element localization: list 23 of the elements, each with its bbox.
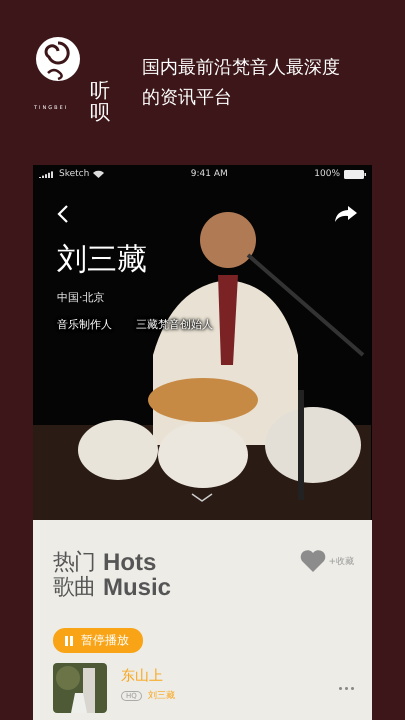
chevron-down-icon[interactable] bbox=[191, 493, 213, 503]
favorite-link[interactable]: +收藏 bbox=[328, 554, 354, 568]
artist-location: 中国·北京 bbox=[57, 290, 106, 305]
song-title[interactable]: 东山上 bbox=[121, 667, 325, 685]
section-title-chinese: 热门 歌曲 bbox=[53, 550, 95, 600]
artist-name: 刘三藏 bbox=[57, 241, 148, 279]
pause-button[interactable]: 暂停播放 bbox=[53, 628, 143, 653]
logo-text: 听呗 bbox=[90, 78, 110, 122]
back-icon[interactable] bbox=[57, 205, 69, 223]
carrier-text: Sketch bbox=[59, 169, 90, 179]
wifi-icon bbox=[93, 170, 104, 178]
section-title-english: Hots Music bbox=[103, 550, 172, 600]
heart-icon[interactable] bbox=[300, 550, 326, 572]
more-icon[interactable] bbox=[339, 686, 354, 690]
song-artist: 刘三藏 bbox=[148, 690, 175, 702]
swirl-logo-icon bbox=[36, 36, 80, 80]
battery-text: 100% bbox=[314, 169, 340, 179]
clock-text: 9:41 AM bbox=[190, 169, 228, 179]
artist-role: 音乐制作人 bbox=[57, 317, 112, 332]
tagline: 国内最前沿梵音人最深度的资讯平台 bbox=[142, 56, 341, 110]
signal-icon bbox=[39, 170, 55, 178]
pause-icon bbox=[65, 636, 73, 646]
share-icon[interactable] bbox=[334, 205, 358, 223]
